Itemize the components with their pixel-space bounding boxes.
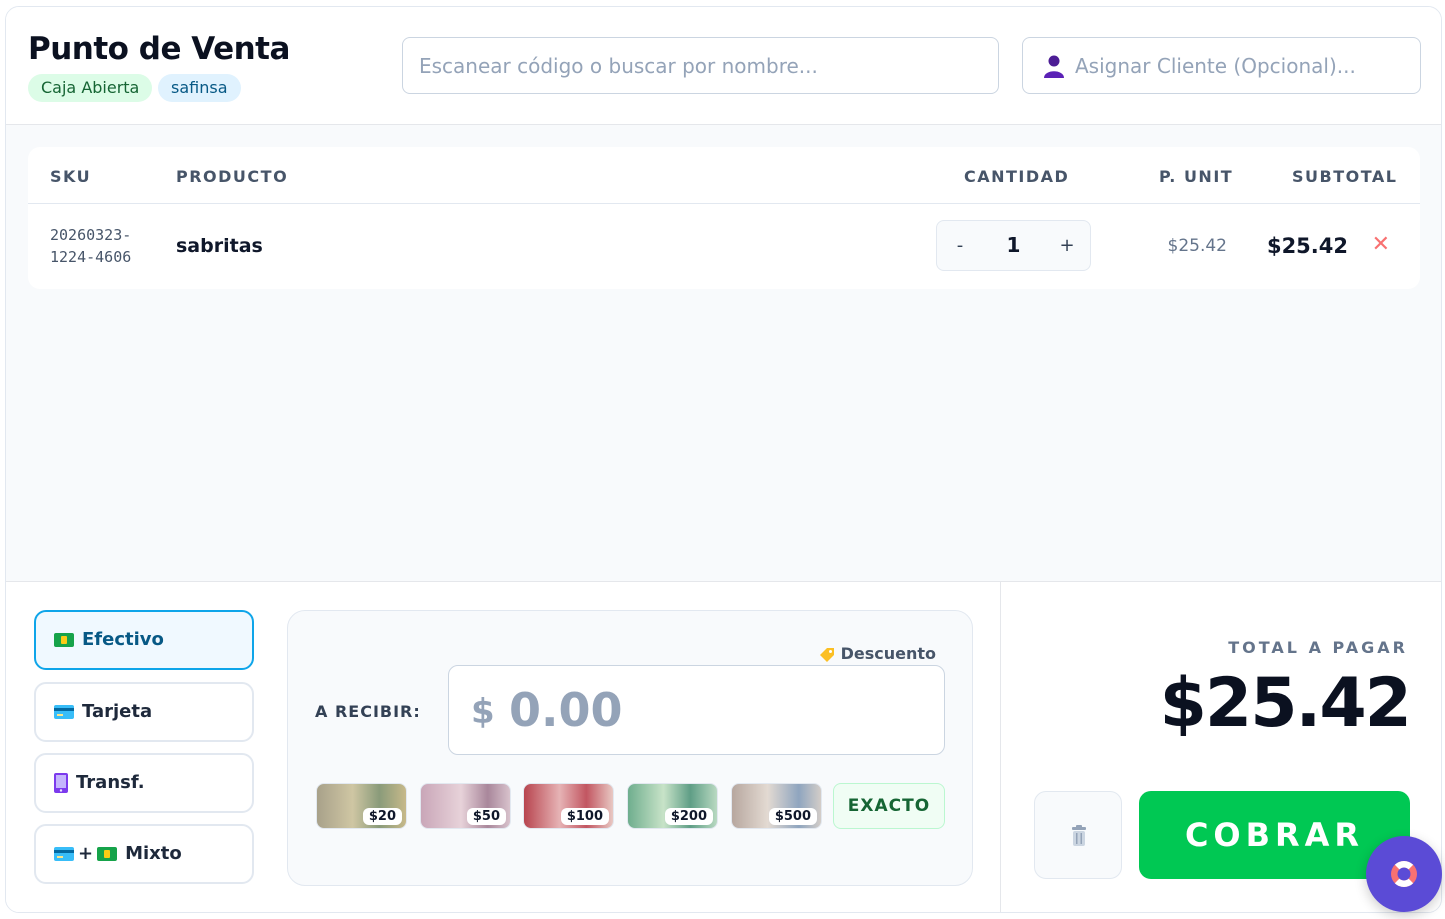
column-subtotal: SUBTOTAL [1292,167,1398,186]
total-label: TOTAL A PAGAR [1228,638,1408,657]
quantity-stepper: - 1 + [936,220,1091,271]
method-transfer-button[interactable]: Transf. [34,753,254,813]
client-field[interactable] [1022,37,1421,94]
method-label: Efectivo [82,629,164,650]
quantity-value: 1 [1006,233,1021,257]
bill-label: $50 [466,808,506,825]
page-title: Punto de Venta [28,31,290,67]
bill-500-button[interactable]: $500 [731,783,822,829]
receive-label: A RECIBIR: [315,702,421,721]
clear-cart-button[interactable] [1034,791,1122,879]
method-label: Tarjeta [82,701,153,722]
cash-icon [54,633,74,647]
bill-100-button[interactable]: $100 [523,783,614,829]
cart-table: SKU PRODUCTO CANTIDAD P. UNIT SUBTOTAL 2… [28,147,1420,289]
user-badge: safinsa [158,74,241,102]
cart-area: SKU PRODUCTO CANTIDAD P. UNIT SUBTOTAL 2… [6,125,1441,582]
mixto-plus: + [78,843,94,864]
phone-icon [54,773,68,793]
lifebuoy-icon [1391,861,1417,887]
method-efectivo-button[interactable]: Efectivo [34,610,254,670]
bill-label: $500 [768,808,817,825]
bill-label: $20 [362,808,402,825]
increment-button[interactable]: + [1044,221,1090,270]
item-subtotal: $25.42 [1266,234,1348,258]
trash-icon [1072,825,1086,846]
item-sku: 20260323-1224-4606 [50,226,132,266]
bill-label: $200 [664,808,713,825]
method-mixto-button[interactable]: + Mixto [34,824,254,884]
method-tarjeta-button[interactable]: Tarjeta [34,682,254,742]
cash-entry-card: Descuento A RECIBIR: $ $20 $50 $100 $200 [287,610,973,886]
search-input[interactable] [402,37,999,94]
total-value: $25.42 [1159,664,1412,743]
divider [1000,582,1001,912]
card-icon [54,847,74,861]
column-unit-price: P. UNIT [1159,167,1234,186]
bill-200-button[interactable]: $200 [627,783,718,829]
method-label: Mixto [125,843,182,864]
item-unit-price: $25.42 [1167,236,1227,256]
amount-field[interactable]: $ [448,665,945,755]
column-product: PRODUCTO [176,167,289,186]
currency-symbol: $ [471,692,495,732]
bill-label: $100 [560,808,609,825]
card-icon [54,705,74,719]
item-name: sabritas [176,235,263,257]
bill-20-button[interactable]: $20 [316,783,407,829]
cash-icon [97,847,118,861]
header: Punto de Venta Caja Abierta safinsa [6,7,1441,125]
table-row: 20260323-1224-4606 sabritas - 1 + $25.42… [28,204,1420,289]
user-icon [1044,55,1064,78]
status-badge: Caja Abierta [28,74,153,102]
client-input[interactable] [1075,38,1405,93]
discount-button[interactable]: Descuento [819,644,936,663]
discount-label: Descuento [840,644,936,663]
decrement-button[interactable]: - [937,221,983,270]
amount-input[interactable] [509,676,929,744]
method-label: Transf. [76,772,145,793]
column-sku: SKU [50,167,92,186]
help-button[interactable] [1366,836,1442,912]
column-quantity: CANTIDAD [964,167,1070,186]
payment-panel: Efectivo Tarjeta Transf. + Mixto Descuen… [6,582,1441,912]
table-header: SKU PRODUCTO CANTIDAD P. UNIT SUBTOTAL [28,147,1420,204]
remove-item-icon[interactable]: ✕ [1372,232,1390,257]
exact-amount-button[interactable]: EXACTO [833,783,945,829]
bill-50-button[interactable]: $50 [420,783,511,829]
pos-app: Punto de Venta Caja Abierta safinsa SKU … [5,6,1442,913]
tag-icon [819,647,834,662]
